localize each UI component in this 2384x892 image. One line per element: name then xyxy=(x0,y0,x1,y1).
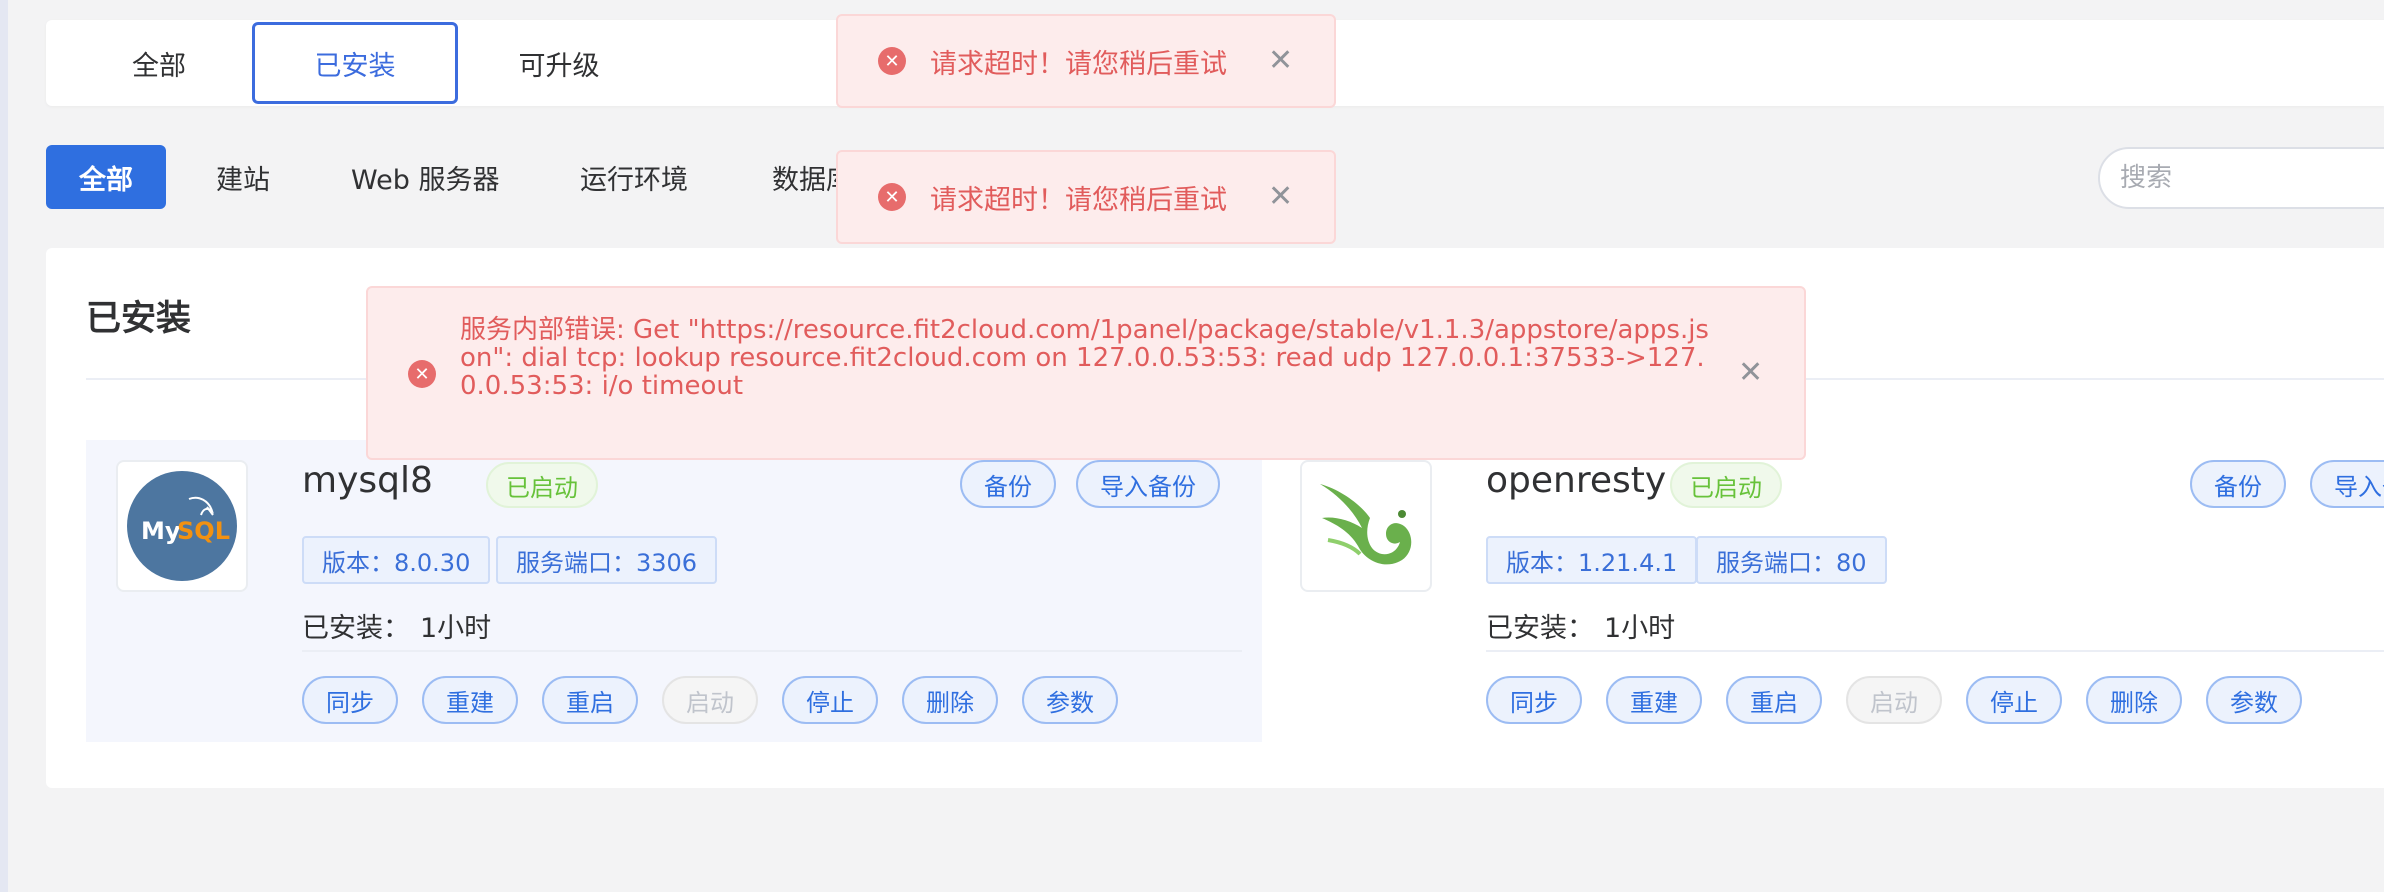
tab-installed[interactable]: 已安装 xyxy=(252,22,458,104)
category-website[interactable]: 建站 xyxy=(216,145,270,209)
mysql-logo-text-sql: SQL xyxy=(177,517,230,545)
circle-x-icon: ✕ xyxy=(878,183,906,211)
installed-label: 已安装： xyxy=(1486,613,1594,644)
backup-button[interactable]: 备份 xyxy=(2190,460,2286,508)
category-web-server[interactable]: Web 服务器 xyxy=(351,145,499,209)
panel-title: 已安装 xyxy=(86,299,192,339)
start-button: 启动 xyxy=(1846,676,1942,724)
timeout-toast-2: ✕ 请求超时！请您稍后重试 ✕ xyxy=(836,150,1336,244)
close-icon[interactable]: ✕ xyxy=(1268,46,1293,76)
tab-all[interactable]: 全部 xyxy=(56,22,262,104)
circle-x-icon: ✕ xyxy=(408,360,436,388)
app-card-mysql8[interactable]: My SQL mysql8 已启动 备份 导入备份 版本：8.0.30 服务端口… xyxy=(86,440,1262,742)
mysql-logo-text-my: My xyxy=(141,517,181,545)
installed-label: 已安装： xyxy=(302,613,410,644)
app-name[interactable]: mysql8 xyxy=(302,460,433,501)
close-icon[interactable]: ✕ xyxy=(1268,182,1293,212)
server-error-toast: ✕ 服务内部错误: Get "https://resource.fit2clou… xyxy=(366,286,1806,460)
backup-button[interactable]: 备份 xyxy=(960,460,1056,508)
stop-button[interactable]: 停止 xyxy=(1966,676,2062,724)
app-name[interactable]: openresty xyxy=(1486,460,1666,501)
toast-message: 请求超时！请您稍后重试 xyxy=(930,48,1227,80)
params-button[interactable]: 参数 xyxy=(2206,676,2302,724)
circle-x-icon: ✕ xyxy=(878,47,906,75)
installed-time: 已安装： 1小时 xyxy=(1486,606,1675,645)
toast-message: 请求超时！请您稍后重试 xyxy=(930,184,1227,216)
sync-button[interactable]: 同步 xyxy=(302,676,398,724)
openresty-bird-logo-icon xyxy=(1300,460,1432,592)
search-field[interactable] xyxy=(2098,147,2384,209)
status-badge: 已启动 xyxy=(1670,462,1782,508)
import-backup-button[interactable]: 导入备份 xyxy=(1076,460,1220,508)
category-runtime[interactable]: 运行环境 xyxy=(580,145,688,209)
import-backup-button[interactable]: 导入备份 xyxy=(2310,460,2384,508)
rebuild-button[interactable]: 重建 xyxy=(1606,676,1702,724)
delete-button[interactable]: 删除 xyxy=(2086,676,2182,724)
installed-time: 已安装： 1小时 xyxy=(302,606,491,645)
left-edge-strip xyxy=(0,0,8,892)
start-button: 启动 xyxy=(662,676,758,724)
toast-message: 服务内部错误: Get "https://resource.fit2cloud.… xyxy=(460,315,1709,401)
close-icon[interactable]: ✕ xyxy=(1738,358,1763,388)
timeout-toast-1: ✕ 请求超时！请您稍后重试 ✕ xyxy=(836,14,1336,108)
params-button[interactable]: 参数 xyxy=(1022,676,1118,724)
restart-button[interactable]: 重启 xyxy=(1726,676,1822,724)
tab-upgradable[interactable]: 可升级 xyxy=(456,22,662,104)
installed-time-value: 1小时 xyxy=(1604,613,1676,644)
card-divider xyxy=(1486,650,2384,652)
mysql-logo-icon: My SQL xyxy=(116,460,248,592)
version-tag: 版本：1.21.4.1 xyxy=(1486,536,1698,584)
restart-button[interactable]: 重启 xyxy=(542,676,638,724)
status-badge: 已启动 xyxy=(486,462,598,508)
port-tag: 服务端口：3306 xyxy=(496,536,718,584)
port-tag: 服务端口：80 xyxy=(1696,536,1887,584)
rebuild-button[interactable]: 重建 xyxy=(422,676,518,724)
card-divider xyxy=(302,650,1242,652)
app-card-openresty[interactable]: openresty 已启动 备份 导入备份 版本：1.21.4.1 服务端口：8… xyxy=(1270,440,2384,742)
search-input[interactable] xyxy=(2120,163,2384,193)
sync-button[interactable]: 同步 xyxy=(1486,676,1582,724)
version-tag: 版本：8.0.30 xyxy=(302,536,491,584)
installed-time-value: 1小时 xyxy=(420,613,492,644)
stop-button[interactable]: 停止 xyxy=(782,676,878,724)
category-all-button[interactable]: 全部 xyxy=(46,145,166,209)
delete-button[interactable]: 删除 xyxy=(902,676,998,724)
